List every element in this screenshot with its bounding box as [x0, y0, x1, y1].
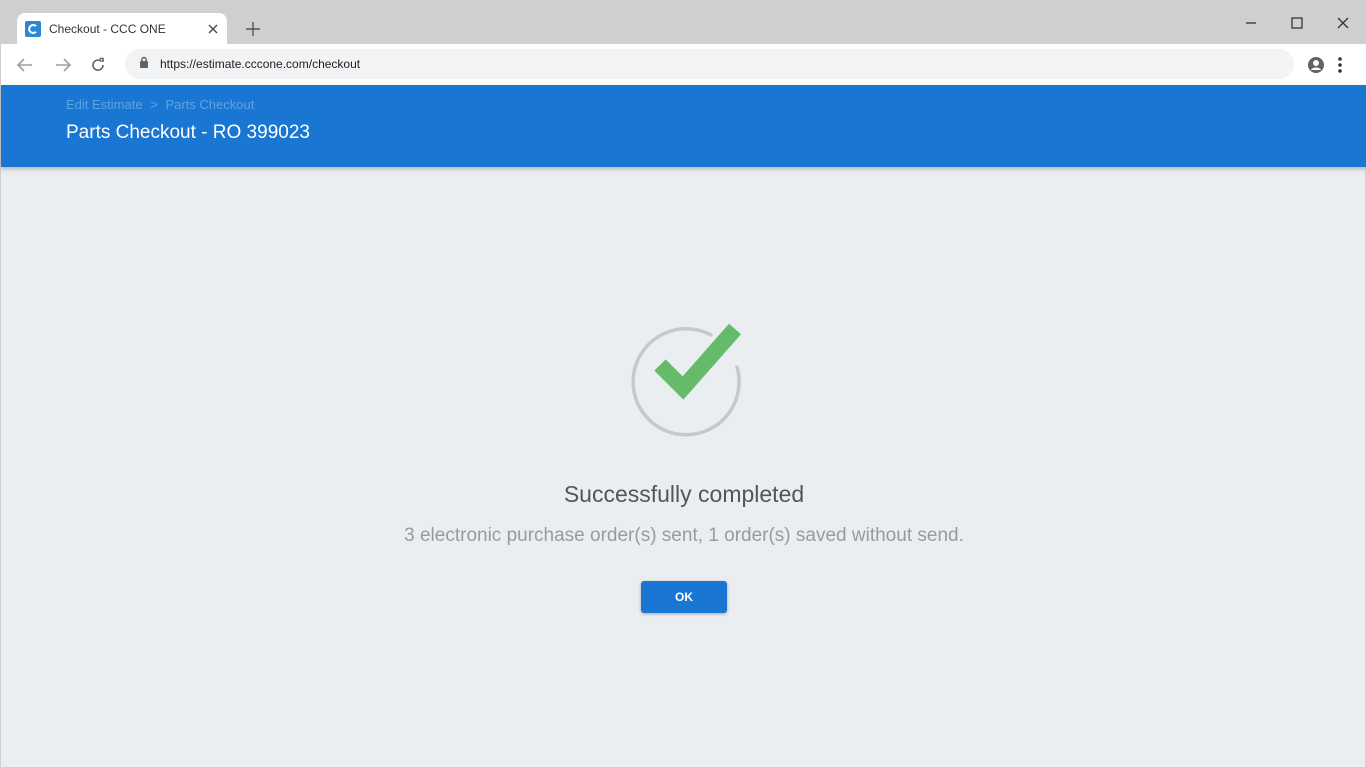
breadcrumb-separator: > — [150, 97, 158, 112]
breadcrumb-parent[interactable]: Edit Estimate — [66, 97, 143, 112]
browser-toolbar: https://estimate.cccone.com/checkout — [1, 44, 1366, 85]
url-text: https://estimate.cccone.com/checkout — [160, 57, 361, 71]
account-icon[interactable] — [1303, 52, 1329, 78]
app-header: Edit Estimate > Parts Checkout Parts Che… — [1, 85, 1366, 167]
browser-tab[interactable]: Checkout - CCC ONE — [17, 13, 227, 45]
success-heading: Successfully completed — [563, 481, 805, 507]
maximize-icon[interactable] — [1283, 9, 1311, 37]
tab-close-icon[interactable] — [201, 17, 225, 41]
success-message: 3 electronic purchase order(s) sent, 1 o… — [404, 525, 964, 546]
tab-strip: Checkout - CCC ONE — [1, 1, 1366, 45]
close-window-icon[interactable] — [1329, 9, 1357, 37]
forward-arrow-icon[interactable] — [50, 52, 76, 78]
minimize-icon[interactable] — [1237, 9, 1265, 37]
kebab-menu-icon[interactable] — [1327, 52, 1353, 78]
browser-window: Checkout - CCC ONE https://estimate.ccco… — [0, 0, 1366, 768]
lock-icon — [139, 55, 149, 73]
breadcrumb-current: Parts Checkout — [165, 97, 255, 112]
breadcrumb: Edit Estimate > Parts Checkout — [66, 97, 254, 112]
back-arrow-icon[interactable] — [12, 52, 38, 78]
address-bar[interactable]: https://estimate.cccone.com/checkout — [125, 49, 1294, 79]
checkmark-icon — [631, 323, 742, 437]
ok-button[interactable]: OK — [641, 581, 727, 613]
ccc-favicon-icon — [25, 21, 41, 37]
page-title: Parts Checkout - RO 399023 — [66, 122, 310, 143]
new-tab-icon[interactable] — [241, 17, 265, 41]
reload-icon[interactable] — [85, 52, 111, 78]
tab-title: Checkout - CCC ONE — [49, 22, 166, 36]
